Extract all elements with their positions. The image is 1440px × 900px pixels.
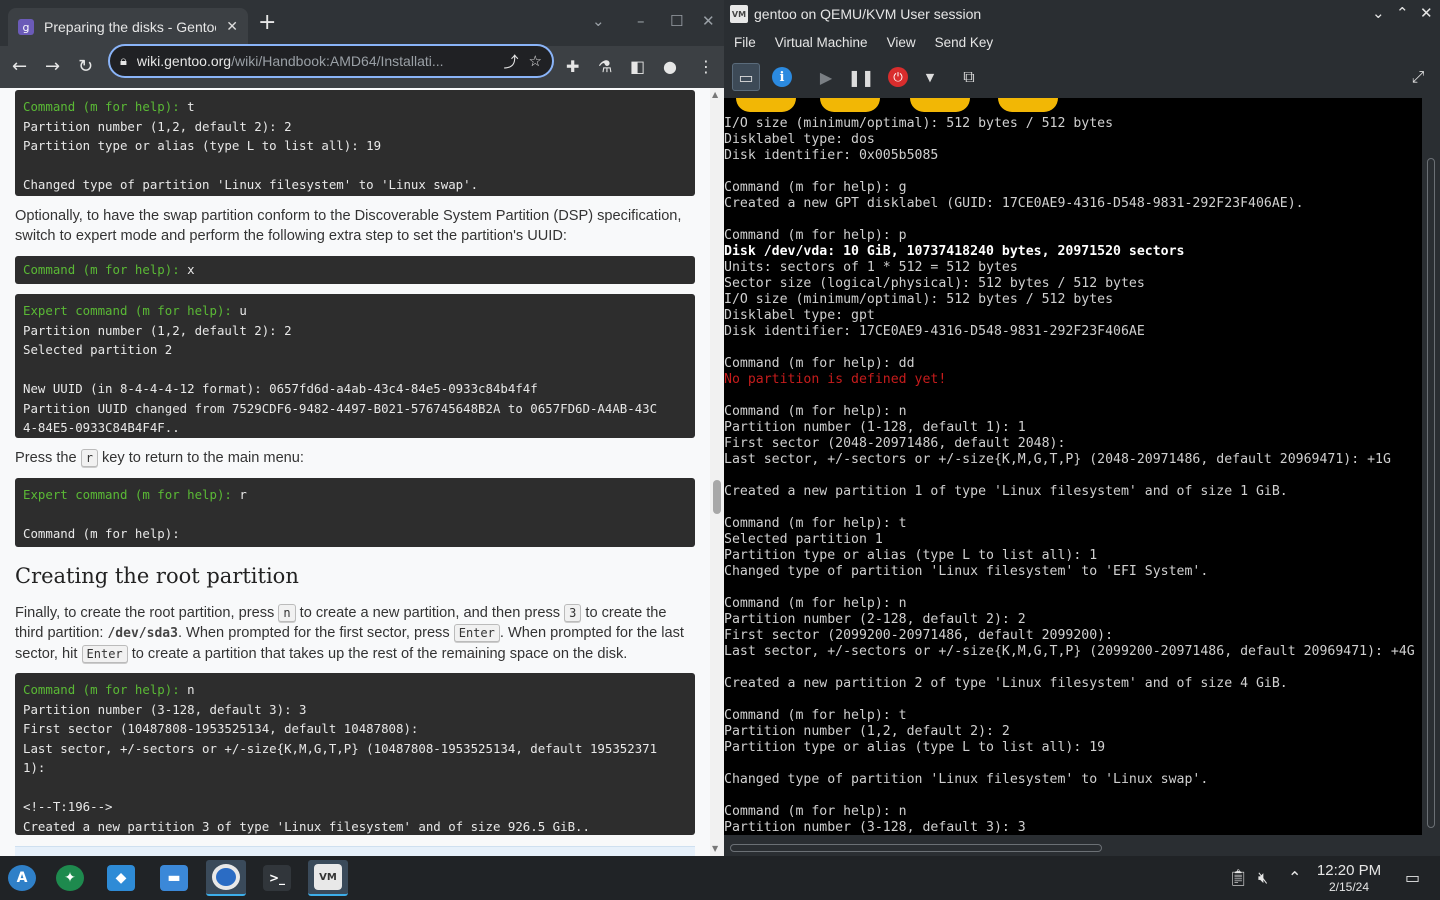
- browser-window: g Preparing the disks - Gentoo ✕ + ⌄ – ☐…: [0, 0, 724, 856]
- menu-kebab-icon[interactable]: ⋮: [698, 56, 714, 78]
- minimize-icon[interactable]: –: [637, 12, 645, 30]
- vm-console[interactable]: I/O size (minimum/optimal): 512 bytes / …: [724, 98, 1422, 835]
- clock[interactable]: 12:20 PM 2/15/24: [1310, 862, 1388, 894]
- task-file-manager[interactable]: ▬: [154, 860, 194, 896]
- code-block: Command (m for help): n Partition number…: [15, 673, 695, 835]
- tux-logo: [736, 98, 796, 112]
- volume-muted-icon[interactable]: 🔇︎: [1258, 868, 1268, 888]
- tab-search-icon[interactable]: ⌄: [592, 12, 605, 30]
- vm-titlebar: VM gentoo on QEMU/KVM User session ⌄ ⌃ ✕: [724, 0, 1440, 28]
- key-n: n: [278, 604, 296, 622]
- virt-manager-icon: VM: [730, 5, 748, 23]
- key-enter: Enter: [81, 645, 128, 663]
- gentoo-favicon-icon: g: [18, 19, 34, 35]
- code-block: Command (m for help): t Partition number…: [15, 90, 695, 196]
- extensions-icon[interactable]: ✚: [566, 56, 579, 78]
- scrollbar-thumb[interactable]: [1427, 158, 1435, 828]
- page-scrollbar[interactable]: ▲ ▼: [710, 88, 724, 856]
- vm-window-title: gentoo on QEMU/KVM User session: [754, 6, 982, 22]
- tab-gentoo-handbook[interactable]: g Preparing the disks - Gentoo ✕: [8, 8, 248, 46]
- close-window-icon[interactable]: ✕: [702, 12, 715, 30]
- task-discover[interactable]: ◆: [101, 860, 141, 896]
- settings-tool-icon: ✦: [56, 865, 84, 891]
- show-desktop-icon[interactable]: ▭: [1405, 868, 1420, 887]
- labs-flask-icon[interactable]: ⚗: [598, 56, 612, 78]
- terminal-icon: >_: [263, 865, 291, 891]
- paragraph: Finally, to create the root partition, p…: [15, 604, 684, 663]
- share-icon[interactable]: ⤴: [504, 51, 519, 72]
- reload-icon[interactable]: ↻: [78, 56, 93, 78]
- task-virt-manager[interactable]: VM: [308, 860, 348, 896]
- console-view-icon[interactable]: ▭: [732, 63, 760, 91]
- key-3: 3: [564, 604, 582, 622]
- address-bar[interactable]: 🔒︎ wiki.gentoo.org/wiki/Handbook:AMD64/I…: [108, 44, 554, 78]
- menu-file[interactable]: File: [734, 35, 756, 50]
- profile-icon[interactable]: ●: [663, 56, 677, 78]
- fullscreen-icon[interactable]: ⤢: [1404, 63, 1432, 91]
- new-tab-button[interactable]: +: [258, 11, 276, 35]
- device-path: /dev/sda3: [107, 626, 178, 641]
- side-panel-icon[interactable]: ◧: [630, 56, 645, 78]
- paragraph: Press the r key to return to the main me…: [15, 449, 304, 467]
- vm-menubar: File Virtual Machine View Send Key: [724, 28, 1440, 56]
- menu-virtual-machine[interactable]: Virtual Machine: [775, 35, 868, 50]
- close-tab-icon[interactable]: ✕: [226, 19, 238, 35]
- taskbar: A ✦ ◆ ▬ >_ VM 📋︎ 🔇︎ ⌃ 12:20 PM 2/15/24 ▭: [0, 856, 1440, 900]
- console-horizontal-scrollbar[interactable]: [724, 838, 1422, 856]
- run-icon[interactable]: ▶: [812, 63, 840, 91]
- tab-strip: g Preparing the disks - Gentoo ✕ + ⌄ – ☐…: [0, 0, 724, 46]
- console-output: I/O size (minimum/optimal): 512 bytes / …: [724, 116, 1415, 835]
- tab-title: Preparing the disks - Gentoo: [44, 19, 217, 35]
- scroll-down-icon[interactable]: ▼: [712, 844, 718, 853]
- details-info-icon[interactable]: i: [768, 63, 796, 91]
- tray-expand-icon[interactable]: ⌃: [1288, 868, 1301, 887]
- virt-manager-window: VM gentoo on QEMU/KVM User session ⌄ ⌃ ✕…: [724, 0, 1440, 856]
- tux-logo: [820, 98, 880, 112]
- clock-date: 2/15/24: [1328, 880, 1370, 894]
- scroll-up-icon[interactable]: ▲: [712, 90, 718, 99]
- shutdown-menu-icon[interactable]: ▼: [916, 63, 944, 91]
- shutdown-icon[interactable]: ⏻: [884, 63, 912, 91]
- maximize-icon[interactable]: ☐: [670, 12, 683, 30]
- console-vertical-scrollbar[interactable]: [1422, 98, 1440, 835]
- lock-icon[interactable]: 🔒︎: [120, 54, 127, 69]
- url-text[interactable]: wiki.gentoo.org/wiki/Handbook:AMD64/Inst…: [137, 53, 494, 69]
- task-terminal[interactable]: >_: [257, 860, 297, 896]
- tux-logo: [998, 98, 1058, 112]
- pause-icon[interactable]: ❚❚: [847, 63, 875, 91]
- snapshots-icon[interactable]: ⧉: [955, 63, 983, 91]
- vm-toolbar: ▭ i ▶ ❚❚ ⏻ ▼ ⧉ ⤢: [724, 58, 1440, 96]
- tux-logo: [910, 98, 970, 112]
- console-error: No partition is defined yet!: [724, 372, 947, 387]
- back-icon[interactable]: ←: [12, 56, 27, 78]
- code-block: Command (m for help): x: [15, 256, 695, 284]
- menu-view[interactable]: View: [887, 35, 916, 50]
- forward-icon[interactable]: →: [45, 56, 60, 78]
- close-window-icon[interactable]: ✕: [1420, 4, 1433, 22]
- code-block: Expert command (m for help): u Partition…: [15, 294, 695, 438]
- browser-icon: [212, 864, 240, 890]
- task-chromium[interactable]: [206, 860, 246, 896]
- page-content: Command (m for help): t Partition number…: [0, 88, 710, 856]
- note-box: [15, 846, 695, 856]
- task-klipper[interactable]: ✦: [50, 860, 90, 896]
- virt-manager-icon: VM: [314, 864, 342, 890]
- minimize-icon[interactable]: ⌄: [1372, 4, 1385, 22]
- key-r: r: [80, 449, 98, 467]
- discover-store-icon: ◆: [107, 865, 135, 891]
- code-block: Expert command (m for help): r Command (…: [15, 478, 695, 547]
- clipboard-icon[interactable]: 📋︎: [1228, 868, 1248, 887]
- folder-icon: ▬: [160, 865, 188, 891]
- launcher-icon: A: [8, 865, 36, 891]
- scrollbar-thumb[interactable]: [730, 844, 1102, 852]
- scrollbar-thumb[interactable]: [713, 480, 721, 514]
- clock-time: 12:20 PM: [1316, 862, 1382, 879]
- section-heading: Creating the root partition: [15, 564, 299, 588]
- bookmark-star-icon[interactable]: ☆: [529, 52, 542, 70]
- maximize-icon[interactable]: ⌃: [1396, 4, 1409, 22]
- app-launcher[interactable]: A: [2, 860, 42, 896]
- key-enter: Enter: [453, 624, 500, 642]
- paragraph: Optionally, to have the swap partition c…: [15, 208, 682, 244]
- menu-send-key[interactable]: Send Key: [935, 35, 994, 50]
